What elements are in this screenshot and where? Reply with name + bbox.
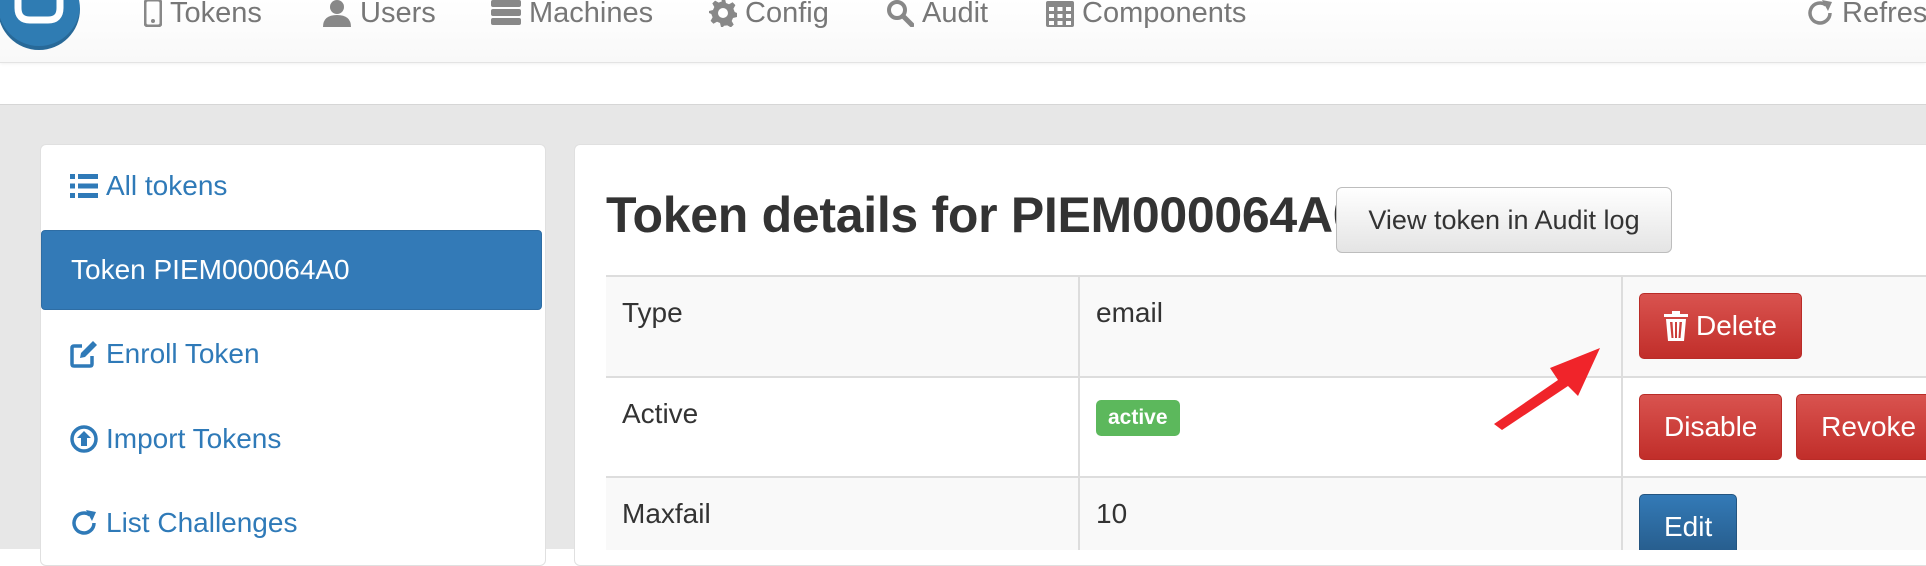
edit-button[interactable]: Edit [1639,494,1738,550]
list-icon [70,174,98,198]
sidebar-item-list-challenges[interactable]: List Challenges [70,506,297,540]
trash-icon [1664,311,1688,341]
nav-audit-label: Audit [922,0,989,29]
sidebar-item-label: All tokens [106,170,228,201]
nav-tokens[interactable]: Tokens [144,0,262,29]
sidebar-item-enroll-token[interactable]: Enroll Token [70,337,260,371]
nav-machines[interactable]: Machines [491,0,654,29]
nav-users-label: Users [360,0,436,29]
nav-components-label: Components [1082,0,1247,29]
row-label-active: Active [606,377,1080,478]
nav-refresh[interactable]: Refresh [1806,0,1926,29]
sidebar-item-all-tokens[interactable]: All tokens [70,169,227,203]
nav-users[interactable]: Users [322,0,436,29]
refresh-icon [72,510,96,535]
row-label-type: Type [606,277,1080,378]
page-title: Token details for PIEM000064A0 [606,187,1361,243]
view-in-audit-log-button[interactable]: View token in Audit log [1336,187,1672,253]
sidebar-item-label: List Challenges [106,507,298,538]
row-actions: Edit [1622,477,1926,550]
delete-button[interactable]: Delete [1639,293,1802,359]
nav-config[interactable]: Config [709,0,829,29]
row-actions: Disable Revoke [1622,377,1926,478]
sidebar-item-label: Enroll Token [106,338,260,369]
table-row: Type email Delete [606,277,1926,378]
user-icon [323,0,351,27]
sidebar-item-label: Token PIEM000064A0 [71,254,350,285]
nav-refresh-label: Refresh [1842,0,1926,29]
upload-circle-icon [70,425,98,453]
token-details-table: Type email Delete Active active Disable … [606,275,1926,550]
top-navbar: Tokens Users Machines Config Audit Compo… [0,0,1926,63]
table-row: Maxfail 10 Edit [606,477,1926,550]
sidebar-item-import-tokens[interactable]: Import Tokens [70,422,281,456]
disable-button[interactable]: Disable [1639,394,1783,460]
nav-audit[interactable]: Audit [886,0,989,29]
nav-config-label: Config [745,0,829,29]
nav-machines-label: Machines [529,0,654,29]
revoke-button[interactable]: Revoke [1796,394,1926,460]
mobile-icon [144,0,162,27]
edit-icon [70,341,97,368]
logo-icon [14,0,64,24]
delete-button-label: Delete [1696,310,1777,341]
row-value-maxfail: 10 [1079,477,1623,550]
row-label-maxfail: Maxfail [606,477,1080,550]
calendar-grid-icon [1046,1,1074,27]
annotation-arrow [1494,348,1600,430]
status-badge: active [1096,400,1180,436]
refresh-icon [1808,0,1832,25]
app-logo[interactable] [0,0,80,50]
sidebar-item-label: Import Tokens [106,423,282,454]
sidebar-item-current-token[interactable]: Token PIEM000064A0 [41,230,542,310]
server-icon [491,0,521,25]
nav-tokens-label: Tokens [170,0,262,29]
table-row: Active active Disable Revoke [606,377,1926,478]
search-icon [887,0,914,27]
gear-icon [709,0,737,27]
row-actions: Delete [1622,277,1926,378]
nav-components[interactable]: Components [1046,0,1247,29]
